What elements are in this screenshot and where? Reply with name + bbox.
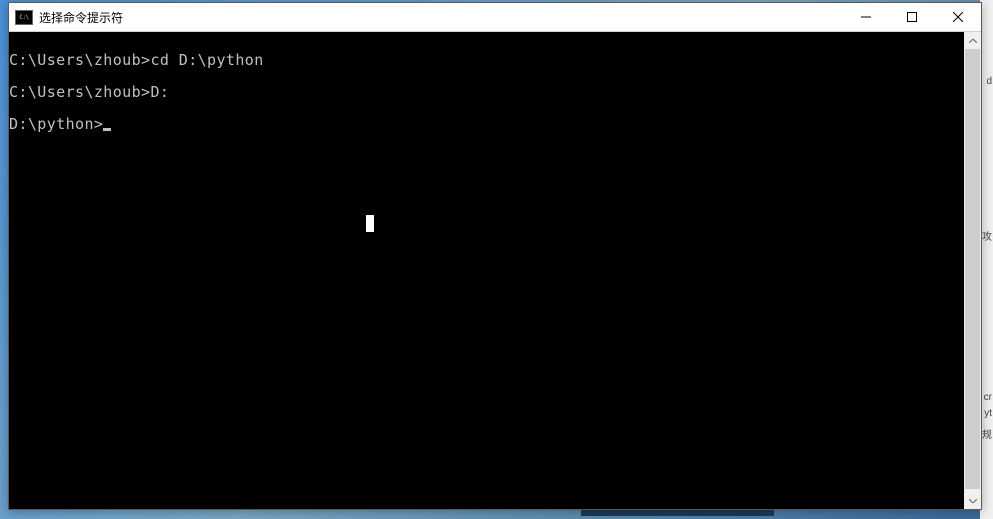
prompt: C:\Users\zhoub> bbox=[9, 51, 150, 69]
panel-text: 规 bbox=[982, 426, 992, 441]
panel-text: cr bbox=[984, 392, 992, 403]
panel-text: 攻 bbox=[982, 228, 992, 243]
console-area[interactable]: C:\Users\zhoub>cd D:\python C:\Users\zho… bbox=[9, 32, 964, 509]
console-wrap: C:\Users\zhoub>cd D:\python C:\Users\zho… bbox=[9, 32, 981, 509]
chevron-up-icon bbox=[969, 39, 977, 43]
panel-text: d bbox=[986, 76, 992, 87]
panel-text: yt bbox=[984, 408, 992, 419]
vertical-scrollbar[interactable] bbox=[964, 32, 981, 509]
close-button[interactable] bbox=[935, 3, 981, 31]
text-cursor bbox=[103, 128, 111, 131]
close-icon bbox=[953, 12, 963, 22]
cmd-text: cd D:\python bbox=[150, 51, 263, 69]
maximize-button[interactable] bbox=[889, 3, 935, 31]
cmd-icon: C:\ bbox=[15, 10, 33, 25]
window-title: 选择命令提示符 bbox=[39, 9, 843, 26]
minimize-icon bbox=[861, 12, 871, 22]
maximize-icon bbox=[907, 12, 917, 22]
titlebar[interactable]: C:\ 选择命令提示符 bbox=[9, 3, 981, 32]
prompt: D:\python> bbox=[9, 115, 103, 133]
scroll-up-button[interactable] bbox=[964, 32, 981, 49]
scroll-thumb[interactable] bbox=[965, 49, 980, 489]
minimize-button[interactable] bbox=[843, 3, 889, 31]
window-controls bbox=[843, 3, 981, 31]
cmd-text: D: bbox=[150, 83, 169, 101]
prompt: C:\Users\zhoub> bbox=[9, 83, 150, 101]
scroll-down-button[interactable] bbox=[964, 492, 981, 509]
selection-cursor bbox=[366, 215, 374, 232]
chevron-down-icon bbox=[969, 499, 977, 503]
cmd-window: C:\ 选择命令提示符 C:\Users\zhoub>cd D:\python … bbox=[8, 2, 982, 510]
